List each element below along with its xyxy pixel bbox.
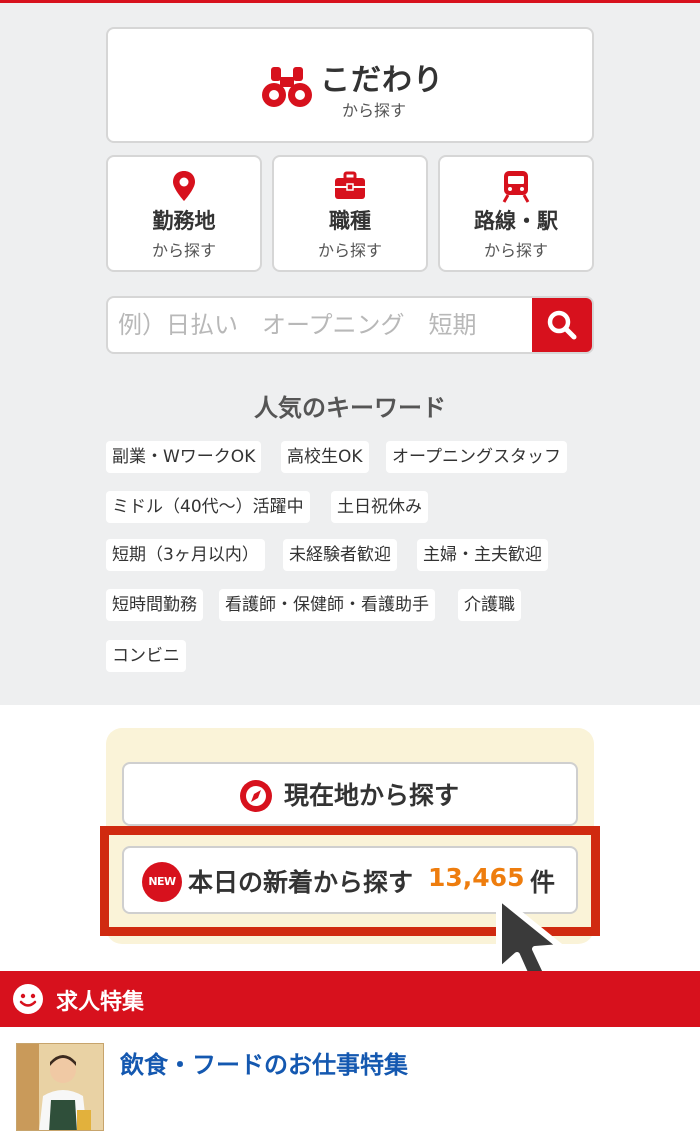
keyword-tag[interactable]: 看護師・保健師・看護助手 <box>219 589 435 621</box>
keyword-tag[interactable]: 介護職 <box>458 589 521 621</box>
new-badge: NEW <box>142 862 182 902</box>
train-icon <box>502 171 530 203</box>
keyword-search-input[interactable] <box>108 298 532 352</box>
work-location-search-button[interactable]: 勤務地 から探す <box>106 155 262 272</box>
keyword-tag[interactable]: 高校生OK <box>281 441 369 473</box>
binoculars-icon <box>262 67 312 107</box>
keyword-tag[interactable]: 土日祝休み <box>331 491 428 523</box>
search-icon <box>547 310 577 340</box>
feature-section-title: 求人特集 <box>56 990 145 1015</box>
keyword-tag[interactable]: 短時間勤務 <box>106 589 203 621</box>
keyword-tag[interactable]: ミドル（40代〜）活躍中 <box>106 491 310 523</box>
job-type-search-button[interactable]: 職種 から探す <box>272 155 428 272</box>
kodawari-search-button[interactable]: こだわり から探す <box>106 27 594 143</box>
feature-item[interactable]: 飲食・フードのお仕事特集 <box>0 1027 700 1140</box>
search-button[interactable] <box>532 298 592 352</box>
current-location-label: 現在地から探す <box>284 781 460 810</box>
feature-thumbnail <box>16 1043 104 1131</box>
job-type-title: 職種 <box>329 209 371 233</box>
keyword-search-box <box>106 296 594 354</box>
keyword-tag[interactable]: 未経験者歓迎 <box>283 539 397 571</box>
work-location-sub: から探す <box>151 241 216 260</box>
keyword-tag[interactable]: オープニングスタッフ <box>386 441 567 473</box>
work-location-title: 勤務地 <box>152 209 216 233</box>
current-location-search-button[interactable]: 現在地から探す <box>122 762 578 826</box>
keyword-tag[interactable]: 主婦・主夫歓迎 <box>417 539 548 571</box>
smile-icon <box>13 984 43 1014</box>
map-pin-icon <box>173 171 195 201</box>
feature-item-title[interactable]: 飲食・フードのお仕事特集 <box>120 1045 408 1080</box>
keyword-tag[interactable]: 副業・WワークOK <box>106 441 262 473</box>
train-line-sub: から探す <box>483 241 548 260</box>
train-line-search-button[interactable]: 路線・駅 から探す <box>438 155 594 272</box>
briefcase-icon <box>335 171 365 199</box>
keyword-tag[interactable]: 短期（3ヶ月以内） <box>106 539 265 571</box>
new-arrivals-label: 本日の新着から探す <box>188 868 414 897</box>
kodawari-title: こだわり <box>320 63 444 98</box>
job-type-sub: から探す <box>317 241 382 260</box>
train-line-title: 路線・駅 <box>474 209 558 233</box>
feature-section-header: 求人特集 <box>0 971 700 1027</box>
compass-icon <box>240 780 272 812</box>
new-arrivals-count: 13,465 <box>428 863 525 892</box>
kodawari-sub: から探す <box>342 101 407 120</box>
keyword-tag[interactable]: コンビニ <box>106 640 186 672</box>
popular-keywords-title: 人気のキーワード <box>254 394 446 422</box>
